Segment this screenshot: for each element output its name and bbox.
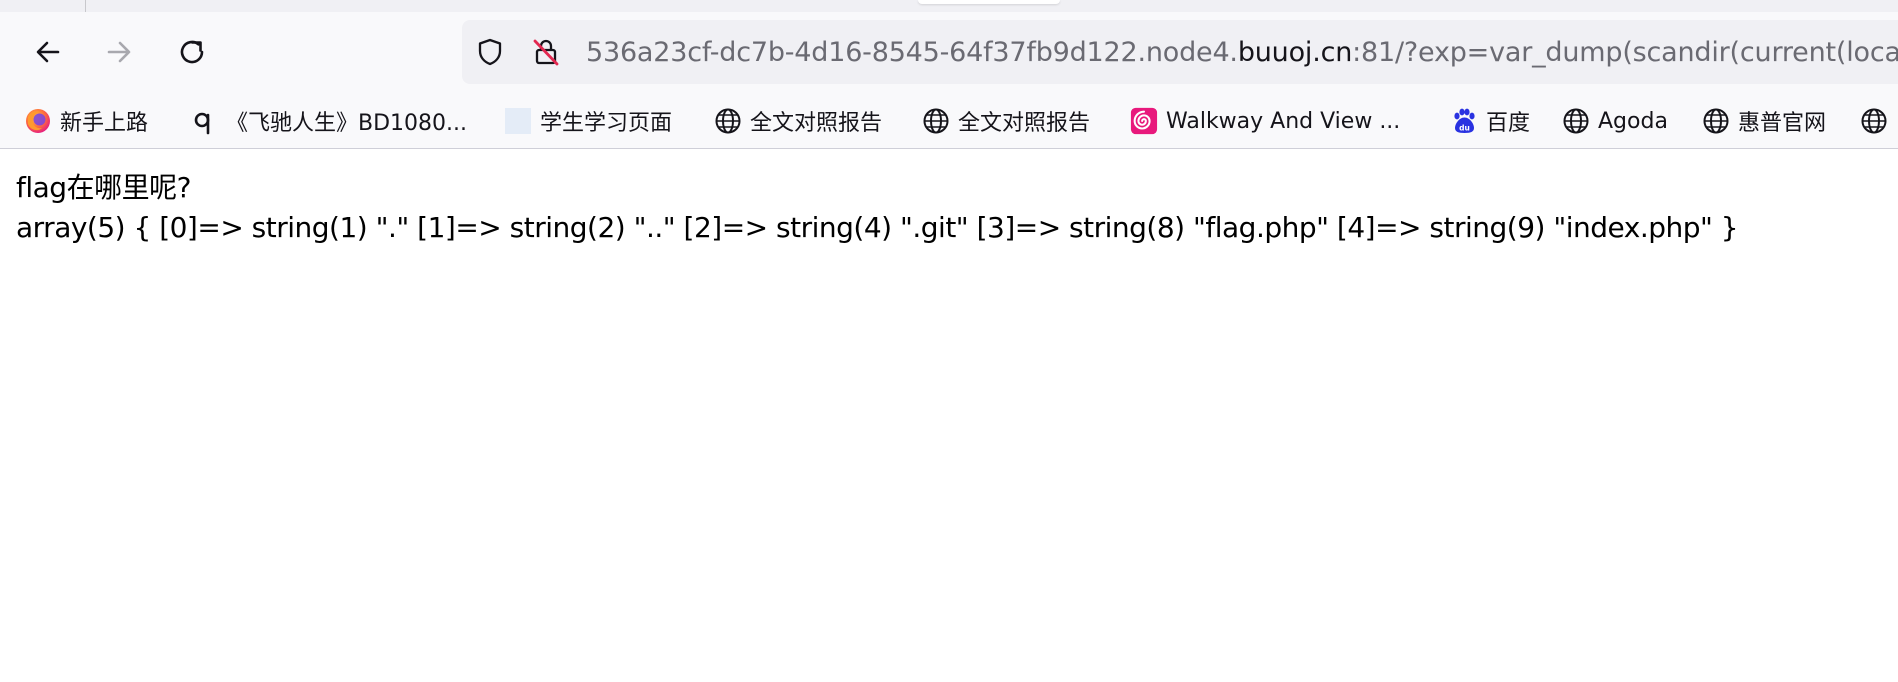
bookmark-item[interactable]: 学生学习页面 [504, 103, 672, 139]
active-tab[interactable] [918, 0, 1060, 4]
globe-icon [1860, 107, 1888, 135]
q-icon [190, 107, 218, 135]
blank-page-icon [504, 107, 532, 135]
bookmark-label: 百度 [1486, 111, 1531, 136]
page-heading-text: flag在哪里呢? [16, 171, 191, 204]
bookmarks-toolbar: 新手上路 《飞驰人生》BD1080... 学生学习页面 全文对照报告 全文对照报… [0, 95, 1898, 149]
bookmark-item[interactable]: 惠普官网 [1702, 103, 1826, 139]
var-dump-output: array(5) { [0]=> string(1) "." [1]=> str… [16, 211, 1739, 244]
tracking-shield-icon [475, 37, 505, 71]
back-button[interactable] [28, 32, 68, 72]
insecure-lock-icon [531, 37, 561, 71]
bookmark-item[interactable]: Agoda [1562, 103, 1668, 139]
bookmark-label: 全文对照报告 [750, 111, 883, 136]
bookmark-label: 新手上路 [60, 111, 149, 136]
bookmark-label: 《飞驰人生》BD1080... [226, 111, 468, 136]
globe-icon [1562, 107, 1590, 135]
url-text[interactable]: 536a23cf-dc7b-4d16-8545-64f37fb9d122.nod… [586, 37, 1898, 69]
spiral-icon [1130, 107, 1158, 135]
bookmark-label: Agoda [1598, 108, 1668, 134]
arrow-right-icon [103, 36, 135, 68]
bookmark-item[interactable]: 全文对照报告 [714, 103, 882, 139]
svg-text:du: du [1459, 124, 1470, 133]
baidu-paw-icon: du [1450, 107, 1478, 135]
reload-button[interactable] [172, 32, 212, 72]
globe-icon [922, 107, 950, 135]
arrow-left-icon [32, 36, 64, 68]
tab-separator [85, 0, 86, 12]
globe-icon [714, 107, 742, 135]
bookmark-label: 惠普官网 [1738, 111, 1827, 136]
bookmark-item[interactable]: 全文对照报告 [922, 103, 1090, 139]
forward-button[interactable] [99, 32, 139, 72]
firefox-icon [24, 107, 52, 135]
tracking-shield-button[interactable] [474, 38, 506, 70]
bookmark-item[interactable]: du 百度 [1450, 103, 1530, 139]
bookmark-item[interactable]: 新手上路 [24, 103, 148, 139]
address-bar[interactable]: 536a23cf-dc7b-4d16-8545-64f37fb9d122.nod… [462, 20, 1898, 84]
reload-icon [176, 36, 208, 68]
navigation-toolbar: 536a23cf-dc7b-4d16-8545-64f37fb9d122.nod… [0, 12, 1898, 95]
bookmark-label: 全文对照报告 [958, 111, 1091, 136]
tab-strip [0, 0, 1898, 12]
bookmark-item[interactable] [1860, 103, 1896, 139]
globe-icon [1702, 107, 1730, 135]
url-host: buuoj.cn [1237, 37, 1353, 68]
bookmark-item[interactable]: 《飞驰人生》BD1080... [190, 103, 467, 139]
bookmark-label: 学生学习页面 [540, 111, 673, 136]
bookmark-label: Walkway And View ... [1166, 108, 1401, 134]
bookmark-item[interactable]: Walkway And View ... [1130, 103, 1400, 139]
url-prefix: 536a23cf-dc7b-4d16-8545-64f37fb9d122.nod… [586, 37, 1238, 68]
url-suffix: :81/?exp=var_dump(scandir(current(locale [1352, 37, 1898, 68]
site-security-button[interactable] [530, 38, 562, 70]
page-content: flag在哪里呢? array(5) { [0]=> string(1) "."… [16, 168, 1739, 248]
